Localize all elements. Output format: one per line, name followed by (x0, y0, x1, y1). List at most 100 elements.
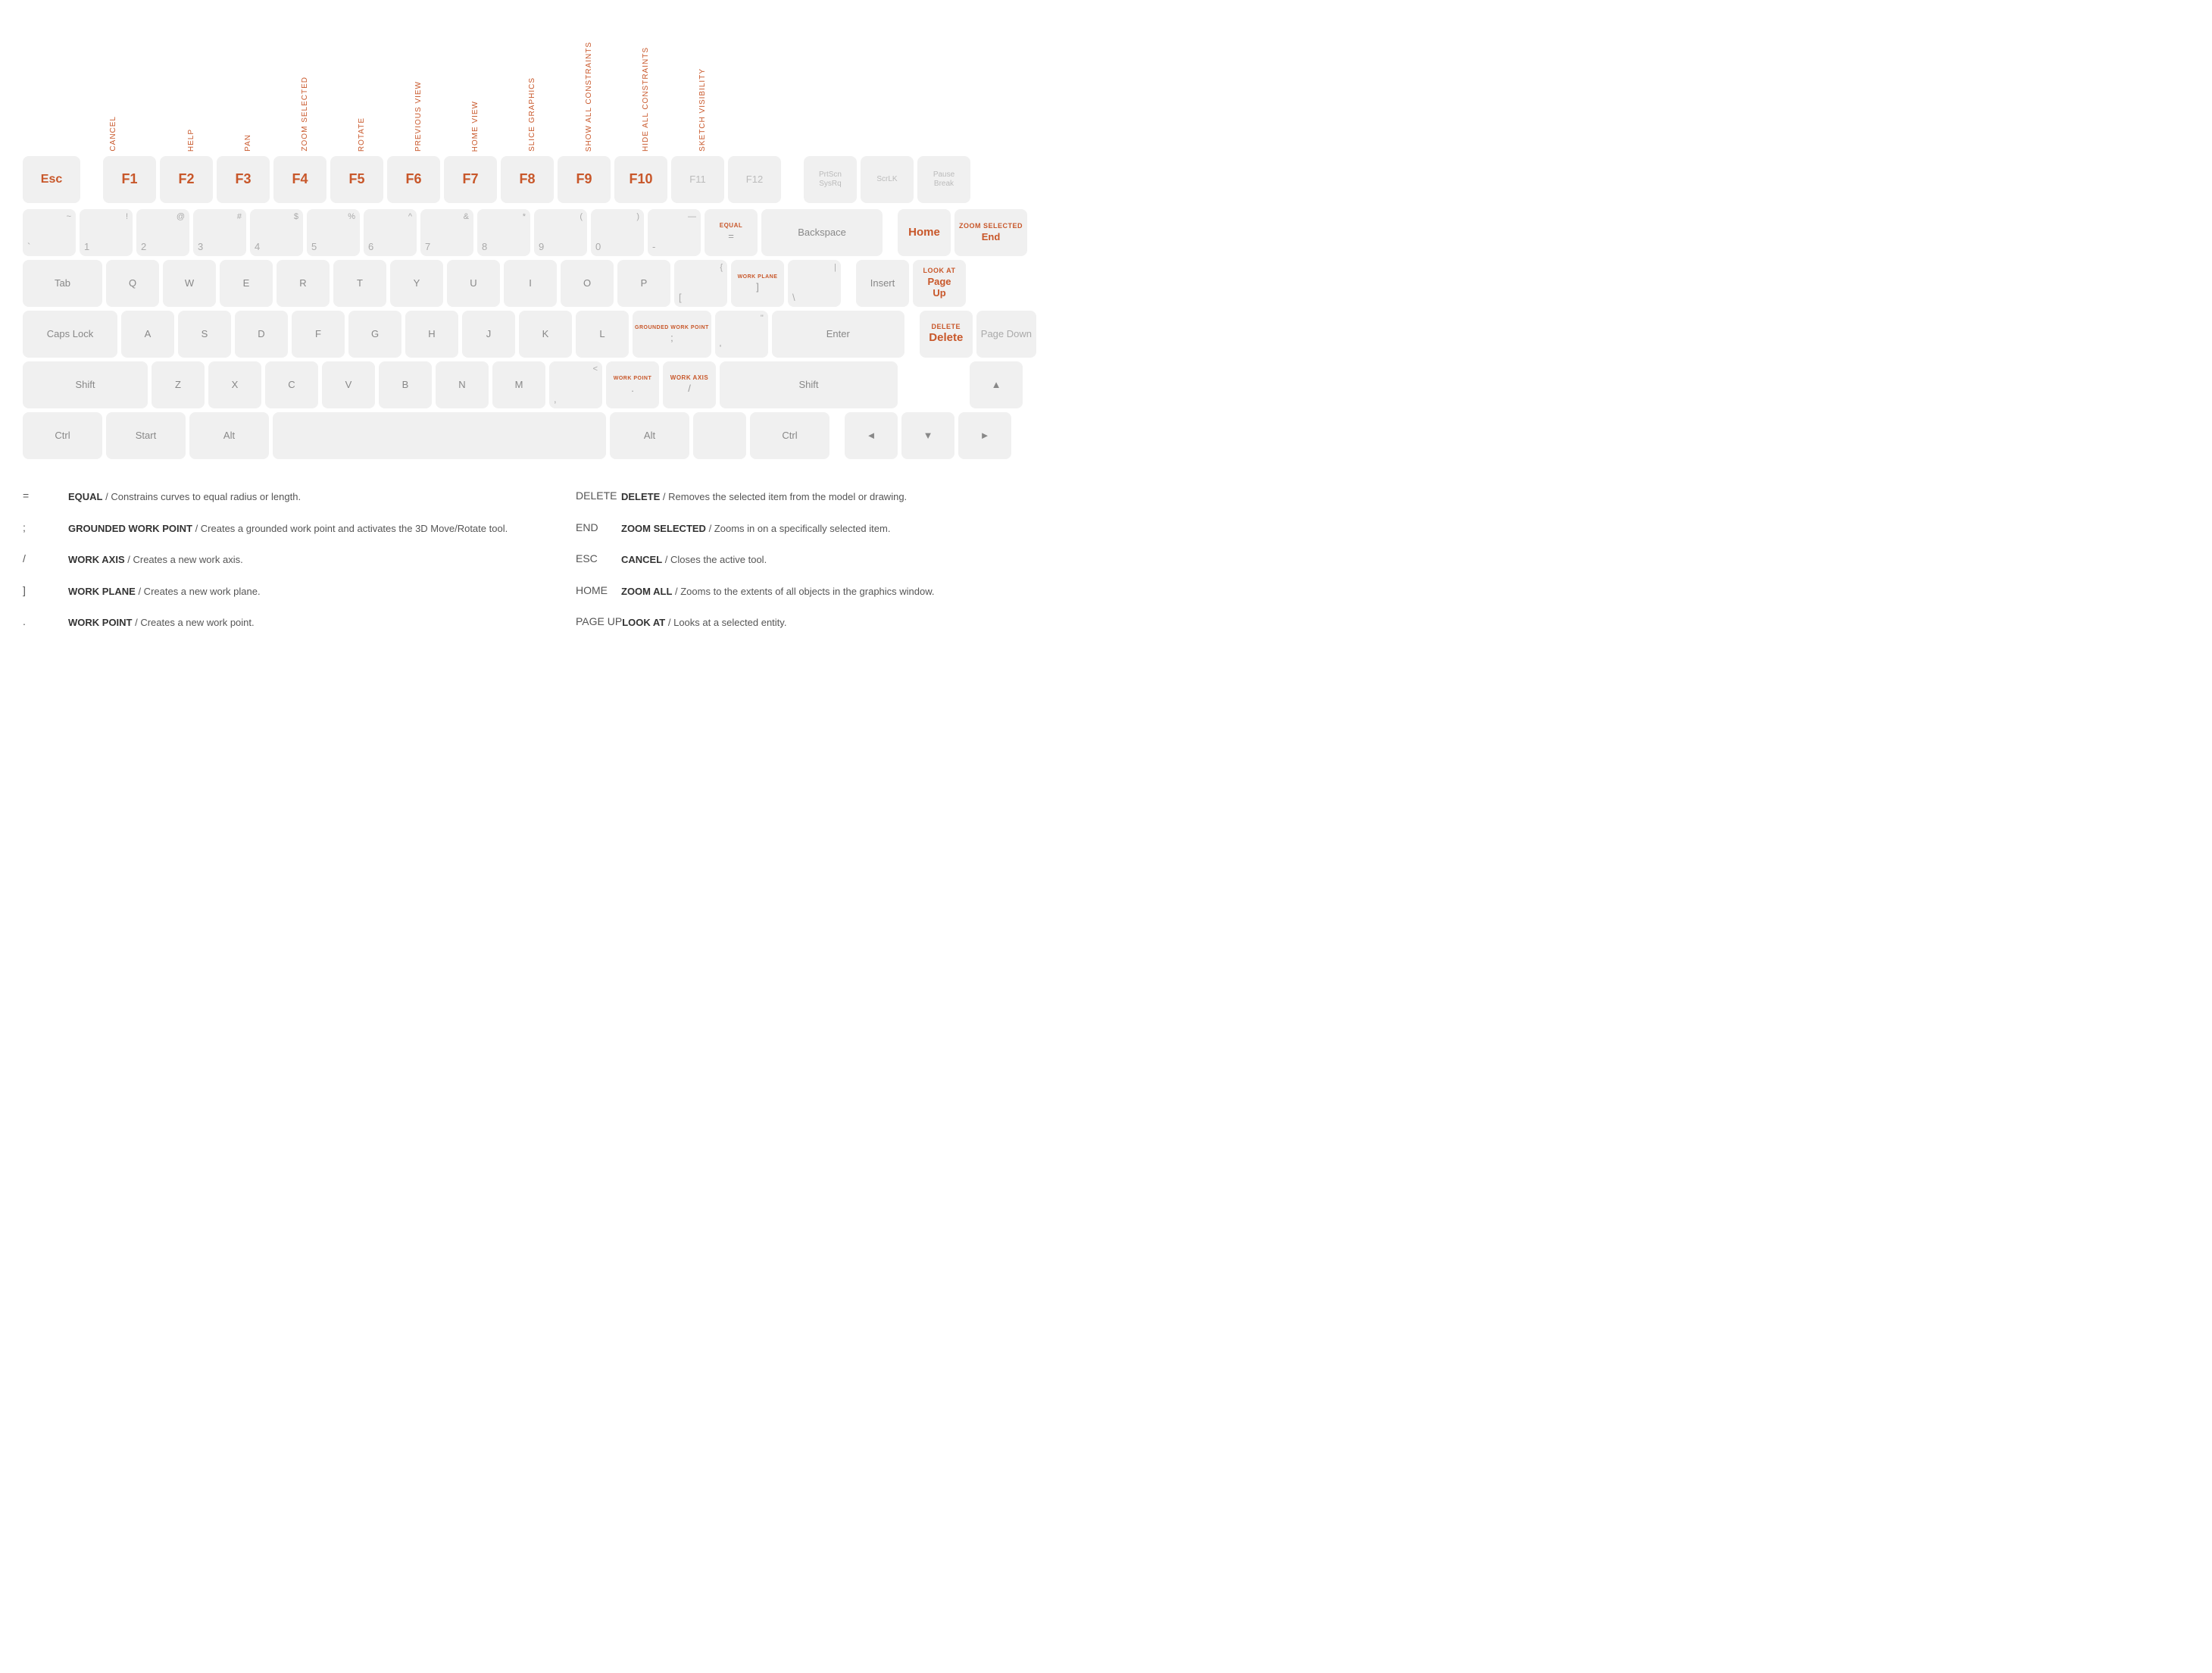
key-3[interactable]: #3 (193, 209, 246, 256)
key-7[interactable]: &7 (420, 209, 473, 256)
legend-text-esc: CANCEL / Closes the active tool. (621, 552, 767, 568)
key-pause[interactable]: PauseBreak (917, 156, 970, 203)
key-f9[interactable]: F9 (558, 156, 611, 203)
key-9[interactable]: (9 (534, 209, 587, 256)
key-t[interactable]: T (333, 260, 386, 307)
key-pageup[interactable]: LOOK AT PageUp (913, 260, 966, 307)
key-comma[interactable]: <, (549, 361, 602, 408)
legend-text-delete: DELETE / Removes the selected item from … (621, 489, 907, 505)
keyboard-diagram: CANCEL HELP PAN ZOOM SELECTED ROTATE PRE… (23, 23, 1083, 459)
key-home[interactable]: Home (898, 209, 951, 256)
legend-key-end: END (576, 521, 621, 533)
key-shift-left[interactable]: Shift (23, 361, 148, 408)
key-y[interactable]: Y (390, 260, 443, 307)
key-c[interactable]: C (265, 361, 318, 408)
key-o[interactable]: O (561, 260, 614, 307)
key-6[interactable]: ^6 (364, 209, 417, 256)
legend-text-period: WORK POINT / Creates a new work point. (68, 615, 255, 630)
key-h[interactable]: H (405, 311, 458, 358)
key-period[interactable]: WORK POINT . (606, 361, 659, 408)
key-delete[interactable]: DELETE Delete (920, 311, 973, 358)
key-1[interactable]: !1 (80, 209, 133, 256)
key-backslash[interactable]: |\ (788, 260, 841, 307)
key-0[interactable]: )0 (591, 209, 644, 256)
legend-text-semicolon: GROUNDED WORK POINT / Creates a grounded… (68, 521, 508, 536)
key-f10[interactable]: F10 (614, 156, 667, 203)
key-e[interactable]: E (220, 260, 273, 307)
key-insert[interactable]: Insert (856, 260, 909, 307)
key-arrow-left[interactable]: ◄ (845, 412, 898, 459)
key-shift-right[interactable]: Shift (720, 361, 898, 408)
key-f8[interactable]: F8 (501, 156, 554, 203)
key-w[interactable]: W (163, 260, 216, 307)
key-ctrl-left[interactable]: Ctrl (23, 412, 102, 459)
key-f3[interactable]: F3 (217, 156, 270, 203)
key-arrow-right[interactable]: ► (958, 412, 1011, 459)
key-f5[interactable]: F5 (330, 156, 383, 203)
key-end[interactable]: ZOOM SELECTED End (954, 209, 1027, 256)
key-arrow-up[interactable]: ▲ (970, 361, 1023, 408)
key-f2[interactable]: F2 (160, 156, 213, 203)
key-f12[interactable]: F12 (728, 156, 781, 203)
key-capslock[interactable]: Caps Lock (23, 311, 117, 358)
key-i[interactable]: I (504, 260, 557, 307)
key-5[interactable]: %5 (307, 209, 360, 256)
key-4[interactable]: $4 (250, 209, 303, 256)
key-a[interactable]: A (121, 311, 174, 358)
key-x[interactable]: X (208, 361, 261, 408)
key-prtscn[interactable]: PrtScnSysRq (804, 156, 857, 203)
key-q[interactable]: Q (106, 260, 159, 307)
key-bracket-open[interactable]: {[ (674, 260, 727, 307)
key-semicolon[interactable]: GROUNDED WORK POINT ; (633, 311, 711, 358)
key-minus[interactable]: —- (648, 209, 701, 256)
fn-key-row: Esc F1 F2 F3 F4 F5 F6 F7 F8 F9 F10 F11 F… (23, 156, 1083, 203)
key-n[interactable]: N (436, 361, 489, 408)
key-esc[interactable]: Esc (23, 156, 80, 203)
key-f6[interactable]: F6 (387, 156, 440, 203)
key-v[interactable]: V (322, 361, 375, 408)
key-p[interactable]: P (617, 260, 670, 307)
key-l[interactable]: L (576, 311, 629, 358)
key-pagedown[interactable]: Page Down (976, 311, 1036, 358)
key-alt-left[interactable]: Alt (189, 412, 269, 459)
key-s[interactable]: S (178, 311, 231, 358)
key-d[interactable]: D (235, 311, 288, 358)
key-space[interactable] (273, 412, 606, 459)
key-scrlk[interactable]: ScrLK (861, 156, 914, 203)
key-start[interactable]: Start (106, 412, 186, 459)
key-bracket-close[interactable]: WORK PLANE ] (731, 260, 784, 307)
key-g[interactable]: G (348, 311, 401, 358)
key-f[interactable]: F (292, 311, 345, 358)
key-r[interactable]: R (276, 260, 330, 307)
key-b[interactable]: B (379, 361, 432, 408)
key-f7[interactable]: F7 (444, 156, 497, 203)
fn-label-f8: SHOW ALL CONSTRAINTS (585, 42, 593, 152)
key-u[interactable]: U (447, 260, 500, 307)
key-f1[interactable]: F1 (103, 156, 156, 203)
legend-right: DELETE DELETE / Removes the selected ite… (576, 489, 1083, 647)
legend-text-equal: EQUAL / Constrains curves to equal radiu… (68, 489, 301, 505)
key-j[interactable]: J (462, 311, 515, 358)
key-arrow-down[interactable]: ▼ (901, 412, 954, 459)
legend-section: = EQUAL / Constrains curves to equal rad… (23, 489, 1083, 647)
legend-semicolon: ; GROUNDED WORK POINT / Creates a ground… (23, 521, 530, 536)
key-equal[interactable]: EQUAL = (705, 209, 758, 256)
key-f4[interactable]: F4 (273, 156, 326, 203)
key-enter[interactable]: Enter (772, 311, 904, 358)
key-2[interactable]: @2 (136, 209, 189, 256)
fn-label-f10: SKETCH VISIBILITY (698, 68, 707, 152)
key-alt-right[interactable]: Alt (610, 412, 689, 459)
legend-key-delete: DELETE (576, 489, 621, 502)
key-slash[interactable]: WORK AXIS / (663, 361, 716, 408)
key-8[interactable]: *8 (477, 209, 530, 256)
fn-key-labels: CANCEL HELP PAN ZOOM SELECTED ROTATE PRE… (23, 23, 1083, 152)
key-tilde[interactable]: ~ ` (23, 209, 76, 256)
key-k[interactable]: K (519, 311, 572, 358)
key-z[interactable]: Z (152, 361, 205, 408)
key-backspace[interactable]: Backspace (761, 209, 883, 256)
key-f11[interactable]: F11 (671, 156, 724, 203)
key-quote[interactable]: "' (715, 311, 768, 358)
key-m[interactable]: M (492, 361, 545, 408)
key-ctrl-right[interactable]: Ctrl (750, 412, 830, 459)
key-tab[interactable]: Tab (23, 260, 102, 307)
